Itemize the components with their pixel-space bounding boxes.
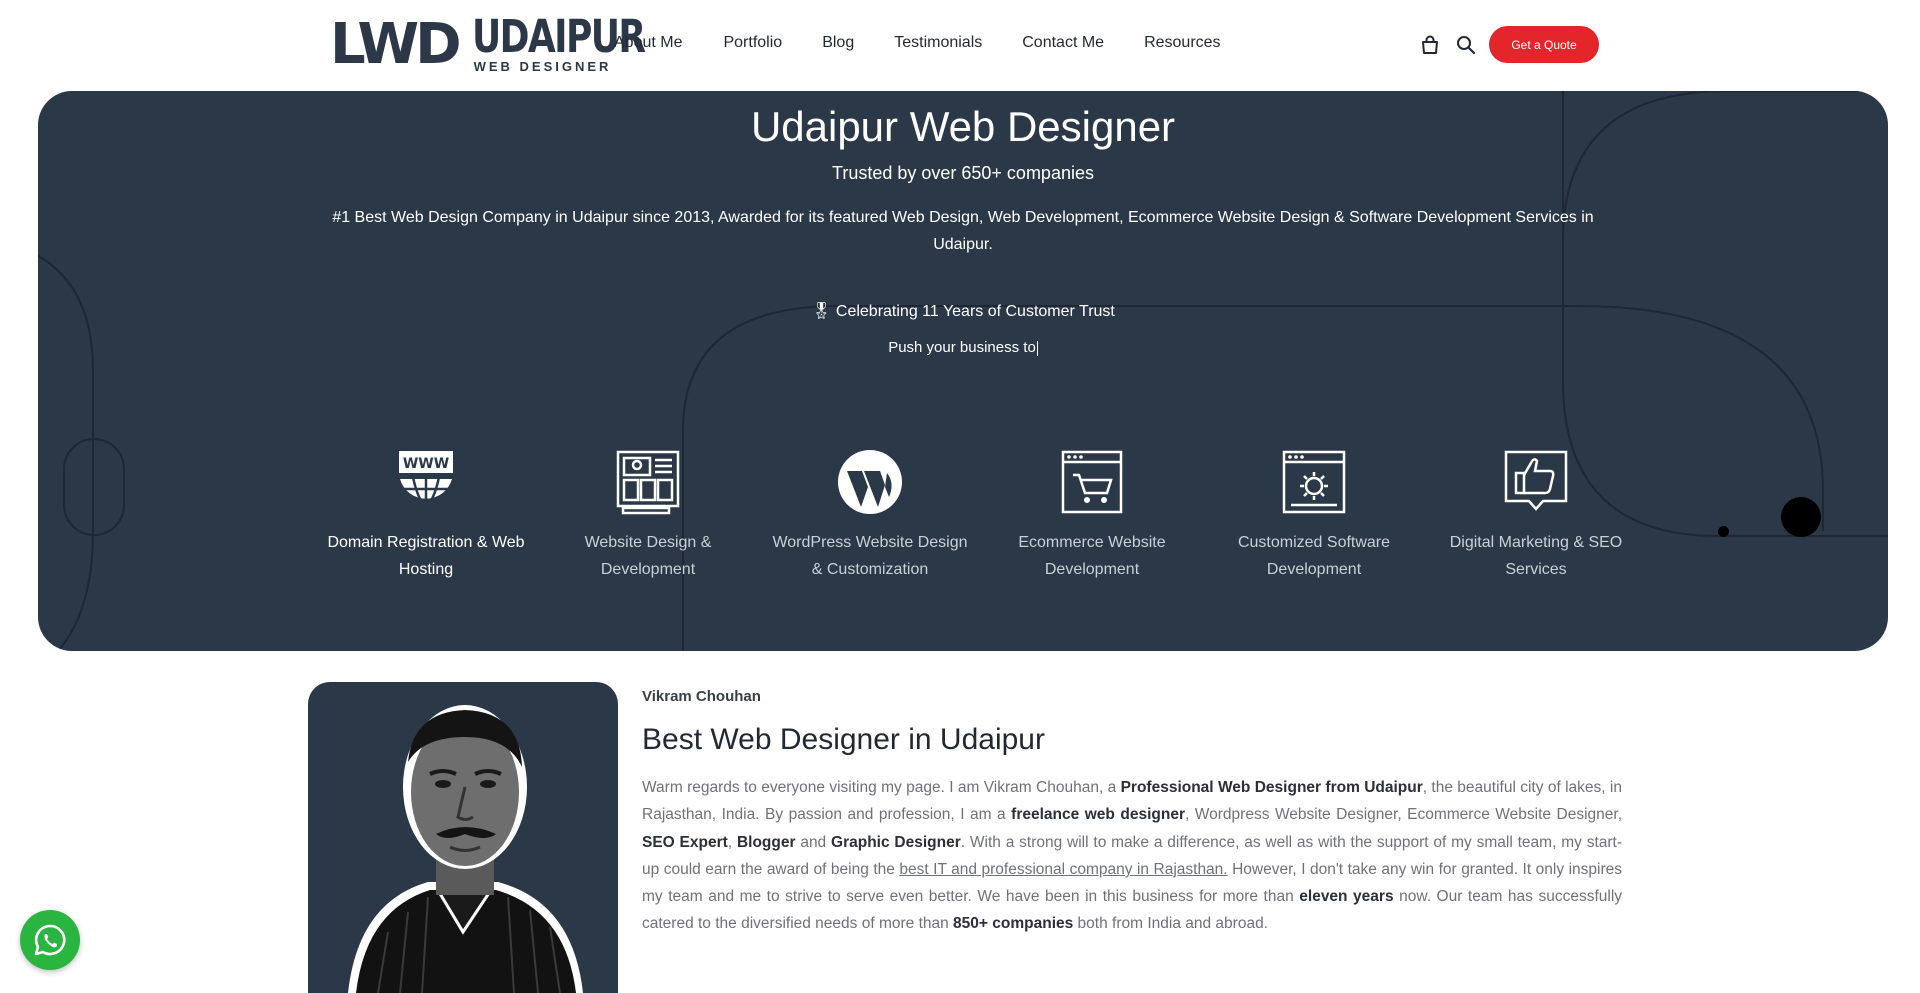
highlight-text: 850+ companies — [953, 915, 1074, 933]
profile-illustration — [348, 705, 583, 993]
body-text-segment: both from India and abroad. — [1073, 915, 1268, 933]
body-text-segment: , — [727, 833, 737, 851]
nav-testimonials[interactable]: Testimonials — [894, 34, 982, 52]
decorative-dot-large — [1781, 497, 1821, 537]
typing-text: Push your business to — [888, 339, 1036, 356]
web-layout-icon — [616, 450, 680, 515]
thumbs-up-icon — [1504, 450, 1568, 511]
profile-photo — [308, 682, 618, 993]
service-wordpress[interactable]: WordPress Website Design & Customization — [759, 449, 981, 583]
hero-title: Udaipur Web Designer — [750, 103, 1176, 150]
service-label: Website Design & Development — [584, 534, 712, 578]
logo-mark: LWD — [330, 12, 462, 77]
author-name: Vikram Chouhan — [642, 688, 761, 705]
nav-about-me[interactable]: About Me — [614, 34, 682, 52]
cart-browser-icon — [1061, 450, 1123, 514]
body-text-segment: Warm regards to everyone visiting my pag… — [642, 779, 1121, 796]
gear-browser-icon — [1282, 450, 1346, 514]
site-logo[interactable]: LWD UDAIPUR WEB DESIGNER — [330, 12, 646, 77]
site-header: LWD UDAIPUR WEB DESIGNER About Me Portfo… — [0, 0, 1920, 90]
svg-text:WWW: WWW — [403, 456, 449, 472]
hero-section: Udaipur Web Designer Trusted by over 650… — [38, 91, 1888, 651]
service-domain-hosting[interactable]: WWW Domain Registration & Web Hosting — [315, 449, 537, 583]
body-text-segment: and — [795, 833, 832, 851]
nav-contact-me[interactable]: Contact Me — [1022, 34, 1104, 52]
inline-link[interactable]: best IT and professional company in Raja… — [899, 861, 1227, 878]
hero-description: #1 Best Web Design Company in Udaipur si… — [332, 209, 1594, 253]
shopping-bag-icon[interactable] — [1419, 34, 1441, 56]
hero-subtitle: Trusted by over 650+ companies — [832, 163, 1094, 183]
service-label: Digital Marketing & SEO Services — [1449, 534, 1623, 578]
service-marketing[interactable]: Digital Marketing & SEO Services — [1425, 449, 1647, 583]
service-ecommerce[interactable]: Ecommerce Website Development — [981, 449, 1203, 583]
about-body-text: Warm regards to everyone visiting my pag… — [642, 774, 1622, 938]
highlight-text: Blogger — [736, 833, 796, 851]
hero-celebrate-text: 🎖 Celebrating 11 Years of Customer Trust — [811, 303, 1115, 320]
wordpress-icon — [838, 450, 902, 514]
service-software[interactable]: Customized Software Development — [1203, 449, 1425, 583]
www-globe-icon: WWW — [399, 451, 453, 512]
typing-cursor — [1036, 340, 1038, 356]
service-label: WordPress Website Design & Customization — [772, 534, 968, 578]
decorative-dot — [1718, 526, 1729, 537]
nav-portfolio[interactable]: Portfolio — [723, 34, 782, 52]
service-website-design[interactable]: Website Design & Development — [537, 449, 759, 583]
body-text-segment: , Wordpress Website Designer, Ecommerce … — [1184, 806, 1622, 824]
nav-resources[interactable]: Resources — [1144, 34, 1220, 52]
highlight-text: Graphic Designer — [831, 833, 961, 851]
nav-blog[interactable]: Blog — [822, 34, 854, 52]
hero-typing-text: Push your business to — [38, 339, 1888, 356]
highlight-text: Professional Web Designer from Udaipur — [1120, 779, 1423, 796]
search-icon[interactable] — [1455, 34, 1477, 56]
highlight-text: SEO Expert — [642, 833, 728, 851]
whatsapp-icon — [34, 924, 66, 956]
service-label: Customized Software Development — [1237, 534, 1391, 578]
main-nav: About Me Portfolio Blog Testimonials Con… — [614, 34, 1261, 52]
whatsapp-button[interactable] — [20, 910, 80, 970]
service-label: Ecommerce Website Development — [1018, 534, 1166, 578]
about-title: Best Web Designer in Udaipur — [642, 723, 1045, 756]
get-a-quote-button[interactable]: Get a Quote — [1489, 26, 1599, 63]
services-row: WWW Domain Registration & Web Hosting We… — [315, 449, 1647, 583]
highlight-text: freelance web designer — [1011, 806, 1185, 824]
service-label: Domain Registration & Web Hosting — [327, 534, 525, 578]
highlight-text: eleven years — [1299, 888, 1394, 906]
